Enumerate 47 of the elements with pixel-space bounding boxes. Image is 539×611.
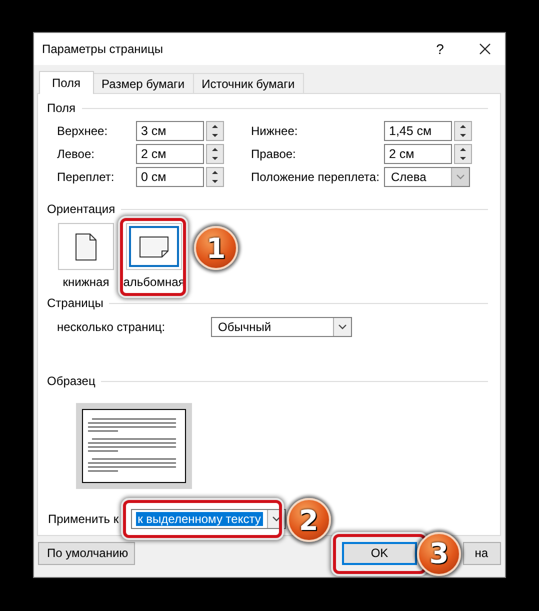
field-label: Верхнее:	[57, 124, 108, 138]
chevron-down-icon	[272, 516, 281, 522]
landscape-page-icon	[139, 236, 169, 258]
field-label: Переплет:	[57, 170, 114, 184]
orientation-button[interactable]	[58, 223, 114, 270]
portrait-page-icon	[75, 232, 97, 260]
group-heading: Образец	[47, 374, 96, 388]
spinner-arrows-icon[interactable]	[454, 144, 472, 164]
spinner-arrows-icon[interactable]	[206, 167, 224, 187]
spinner-arrows-icon[interactable]	[206, 121, 224, 141]
dialog-button[interactable]: OK	[342, 542, 417, 564]
number-field[interactable]: 1,45 см	[384, 121, 452, 141]
close-icon[interactable]	[479, 43, 491, 55]
dropdown-value: Слева	[390, 170, 428, 184]
field-label: Нижнее:	[251, 124, 298, 138]
dialog-button[interactable]: на	[463, 542, 501, 564]
dropdown[interactable]: Обычный	[211, 317, 352, 337]
chevron-down-icon	[338, 324, 347, 330]
number-field[interactable]: 2 см	[384, 144, 452, 164]
dropdown-value: Обычный	[217, 320, 272, 334]
spinner-arrows-icon[interactable]	[454, 121, 472, 141]
dialog-button[interactable]: По умолчанию	[38, 542, 135, 564]
tab[interactable]: Размер бумаги	[92, 73, 194, 93]
dropdown[interactable]: к выделенному тексту	[130, 509, 286, 529]
field-label: несколько страниц:	[57, 319, 166, 336]
field-label: Применить к	[48, 511, 119, 528]
dropdown-value: к выделенному тексту	[136, 512, 263, 526]
step-number: 3	[417, 532, 461, 576]
field-label: Левое:	[57, 147, 94, 161]
window-title: Параметры страницы	[42, 42, 164, 56]
number-field[interactable]: 2 см	[136, 144, 204, 164]
orientation-label: книжная	[62, 275, 110, 289]
step-number: 1	[194, 226, 238, 270]
group-heading: Ориентация	[47, 202, 116, 216]
orientation-label: альбомная	[123, 275, 185, 289]
group-heading: Страницы	[47, 296, 104, 310]
tab[interactable]: Источник бумаги	[192, 73, 304, 93]
orientation-button[interactable]	[126, 223, 182, 270]
step-number: 2	[286, 498, 331, 542]
number-field[interactable]: 0 см	[136, 167, 204, 187]
tab[interactable]: Поля	[39, 71, 94, 94]
number-field[interactable]: 3 см	[136, 121, 204, 141]
group-heading: Поля	[47, 101, 76, 115]
field-label: Положение переплета:	[251, 170, 380, 184]
field-label: Правое:	[251, 147, 296, 161]
spinner-arrows-icon[interactable]	[206, 144, 224, 164]
help-button[interactable]: ?	[415, 41, 465, 57]
